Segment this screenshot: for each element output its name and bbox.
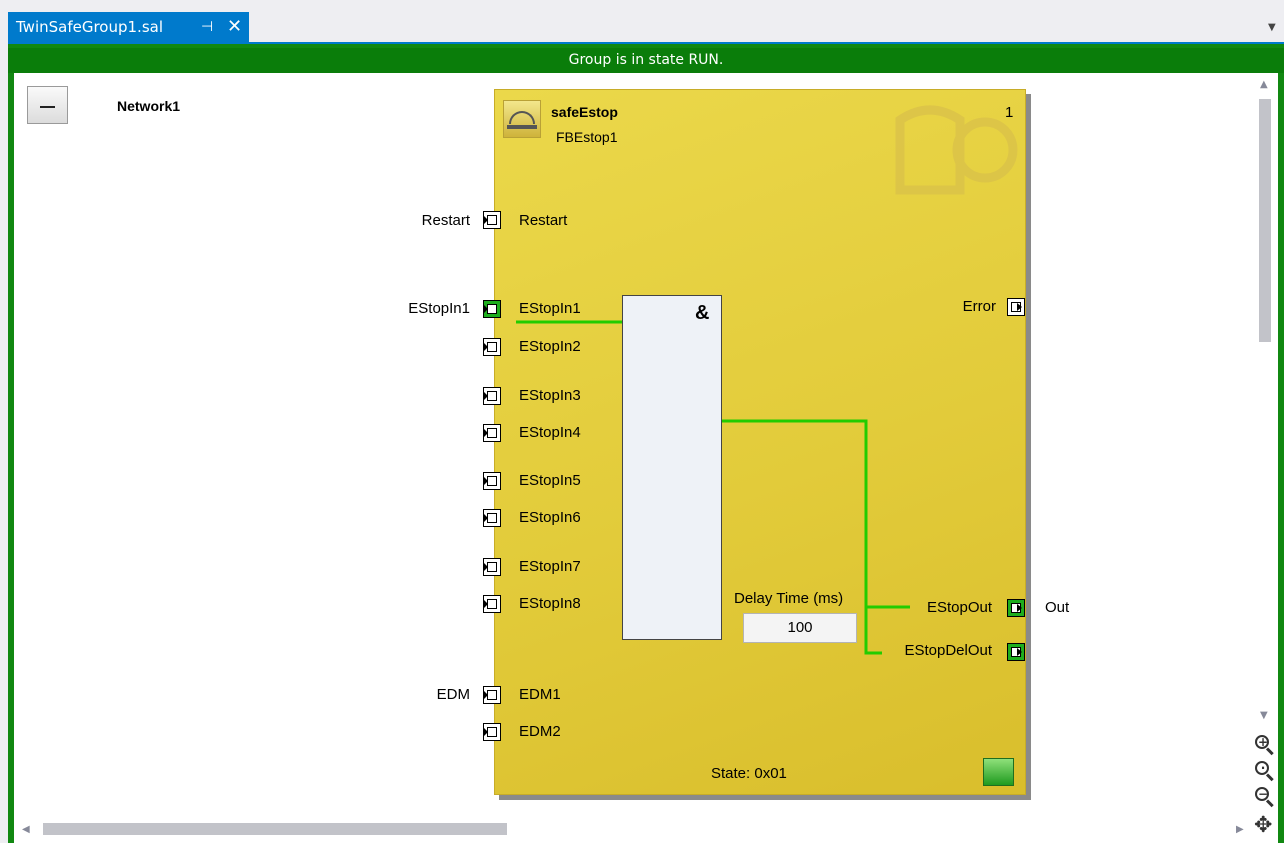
estopin1-port[interactable] [483, 300, 501, 318]
network-title: Network1 [117, 98, 181, 114]
restart-port[interactable] [483, 211, 501, 229]
horizontal-scroll-thumb[interactable] [43, 823, 507, 835]
restart-port-label: Restart [519, 212, 568, 229]
estopin4-port-label: EStopIn4 [519, 424, 581, 441]
estopin6-port[interactable] [483, 509, 501, 527]
estopin1-port-label: EStopIn1 [519, 300, 581, 317]
scroll-left-icon[interactable]: ◀ [22, 824, 30, 835]
estopin7-port[interactable] [483, 558, 501, 576]
estopout-variable[interactable]: Out [1045, 599, 1069, 616]
tab-strip: TwinSafeGroup1.sal ⊣ ✕ ▼ [0, 0, 1284, 44]
twinsafe-watermark-icon [895, 105, 1018, 195]
estopout-port-label: EStopOut [926, 599, 992, 616]
tab-overflow-icon[interactable]: ▼ [1268, 22, 1276, 33]
delay-time-input[interactable]: 100 [743, 613, 857, 643]
estopin6-port-label: EStopIn6 [519, 509, 581, 526]
pan-icon[interactable]: ✥ [1254, 815, 1272, 837]
estopin8-port[interactable] [483, 595, 501, 613]
emergency-stop-icon [503, 100, 541, 138]
estopin3-port-label: EStopIn3 [519, 387, 581, 404]
tab-label: TwinSafeGroup1.sal [16, 18, 163, 36]
error-port[interactable] [1007, 298, 1025, 316]
state-led-indicator [983, 758, 1014, 786]
pin-icon[interactable]: ⊣ [201, 12, 213, 42]
editor-window: TwinSafeGroup1.sal ⊣ ✕ ▼ Group is in sta… [0, 0, 1284, 843]
delay-time-label: Delay Time (ms) [734, 590, 844, 607]
scroll-down-icon[interactable]: ▼ [1260, 710, 1268, 721]
fb-type-label: safeEstop [551, 104, 618, 120]
estopin4-port[interactable] [483, 424, 501, 442]
zoom-in-icon[interactable]: + [1253, 733, 1275, 756]
edm2-port-label: EDM2 [519, 723, 561, 740]
and-gate-block[interactable] [622, 295, 722, 640]
fb-state-label: State: 0x01 [711, 765, 787, 782]
estopin5-port-label: EStopIn5 [519, 472, 581, 489]
estopdelout-port[interactable] [1007, 643, 1025, 661]
estopin5-port[interactable] [483, 472, 501, 490]
estopin2-port-label: EStopIn2 [519, 338, 581, 355]
collapse-network-button[interactable] [27, 86, 68, 124]
edm2-port[interactable] [483, 723, 501, 741]
scroll-right-icon[interactable]: ▶ [1236, 824, 1244, 835]
estopin7-port-label: EStopIn7 [519, 558, 581, 575]
tab-twinsafegroup1[interactable]: TwinSafeGroup1.sal ⊣ ✕ [8, 12, 249, 42]
fb-instance-label: FBEstop1 [556, 129, 618, 145]
error-port-label: Error [962, 298, 996, 315]
restart-variable[interactable]: Restart [380, 212, 470, 229]
zoom-out-icon[interactable]: − [1253, 785, 1275, 808]
estopin3-port[interactable] [483, 387, 501, 405]
estopin1-variable[interactable]: EStopIn1 [370, 300, 470, 317]
fb-number: 1 [1005, 104, 1014, 121]
edm1-port-label: EDM1 [519, 686, 561, 703]
edm1-variable[interactable]: EDM [400, 686, 470, 703]
estopin2-port[interactable] [483, 338, 501, 356]
estopdelout-port-label: EStopDelOut [904, 642, 992, 659]
group-state-banner: Group is in state RUN. [8, 48, 1284, 73]
estopin8-port-label: EStopIn8 [519, 595, 581, 612]
vertical-scroll-thumb[interactable] [1259, 99, 1271, 342]
and-symbol: & [695, 302, 710, 324]
zoom-reset-icon[interactable]: · [1253, 759, 1275, 782]
edm1-port[interactable] [483, 686, 501, 704]
close-icon[interactable]: ✕ [227, 12, 242, 42]
scroll-up-icon[interactable]: ▲ [1260, 79, 1268, 90]
estopout-port[interactable] [1007, 599, 1025, 617]
